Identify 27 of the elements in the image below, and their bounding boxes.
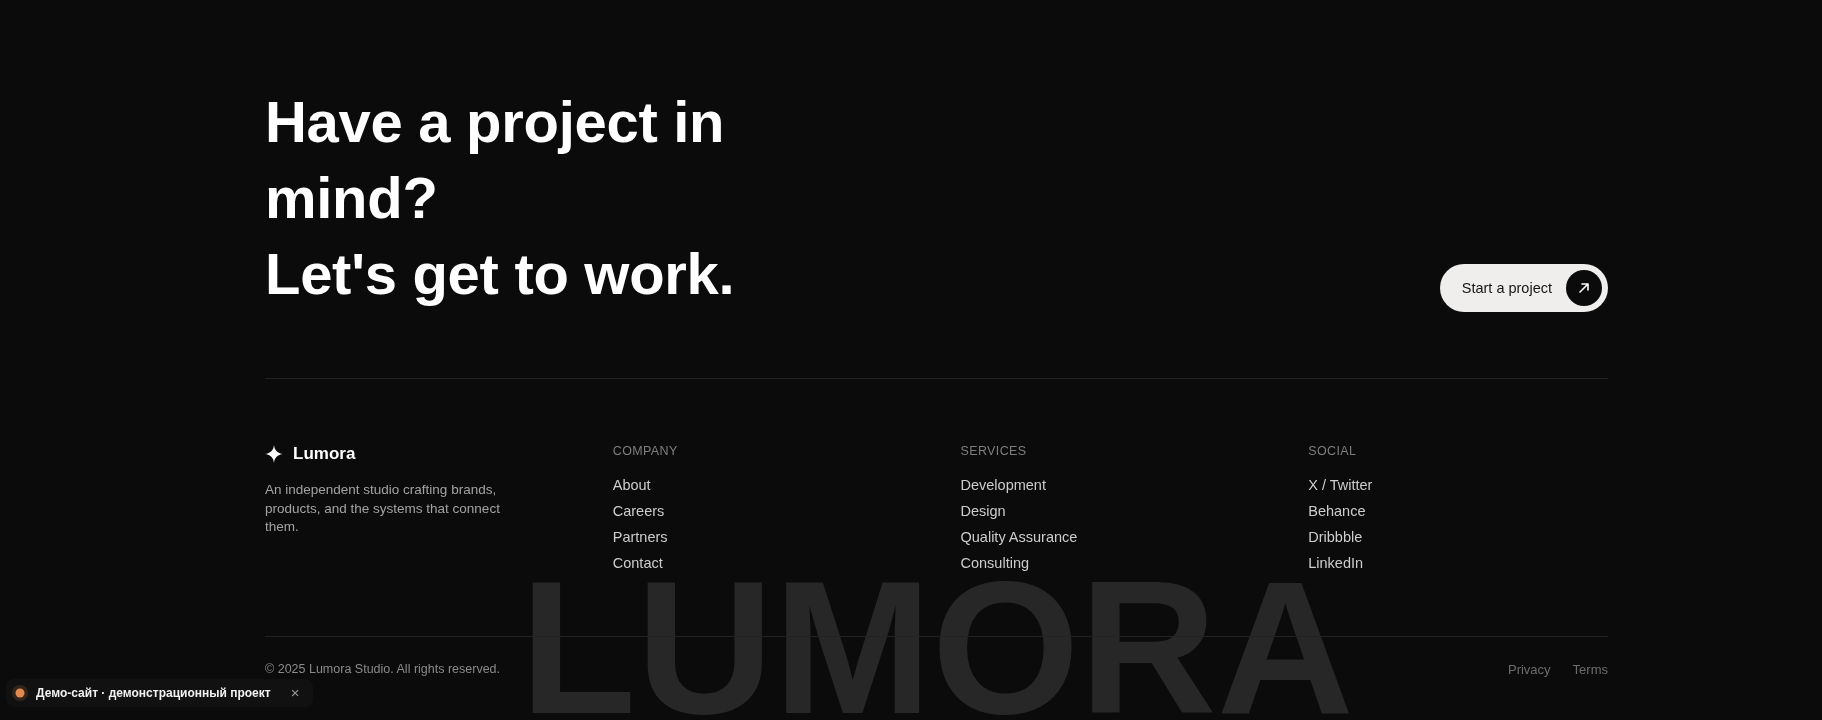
legal-link[interactable]: Terms (1572, 662, 1608, 677)
banner-text: Демо-сайт · демонстрационный проект (36, 686, 271, 700)
footer-link[interactable]: Development (960, 477, 1046, 494)
footer-link[interactable]: Consulting (960, 555, 1029, 572)
column-heading: SOCIAL (1308, 443, 1358, 459)
footer-link[interactable]: Careers (612, 503, 665, 520)
brand-tagline: An independent studio crafting brands, products, and the systems that connect them. (265, 481, 501, 536)
start-project-button[interactable]: Start a project (1439, 264, 1608, 312)
copyright-text: © 2025 Lumora Studio. All rights reserved. (265, 662, 501, 677)
brand-name: Lumora (293, 444, 356, 464)
column-heading: SERVICES (960, 443, 1028, 459)
footer-link[interactable]: Dribbble (1308, 529, 1363, 546)
sparkle-icon (265, 445, 283, 463)
footer-link[interactable]: X / Twitter (1308, 477, 1373, 494)
footer-link[interactable]: Partners (612, 529, 668, 546)
legal-link[interactable]: Privacy (1508, 662, 1551, 677)
headline: Have a project in mind? Let's get to work. (265, 88, 736, 308)
column-heading: COMPANY (612, 443, 679, 459)
close-button[interactable]: × (288, 685, 302, 701)
footer-link[interactable]: Behance (1308, 503, 1366, 520)
footer-link[interactable]: Contact (612, 555, 663, 572)
arrow-up-right-icon (1566, 270, 1602, 306)
footer-link[interactable]: LinkedIn (1308, 555, 1364, 572)
footer-link[interactable]: About (612, 477, 651, 494)
dot-icon (12, 685, 28, 701)
footer-link[interactable]: Quality Assurance (960, 529, 1078, 546)
footer-link[interactable]: Design (960, 503, 1006, 520)
